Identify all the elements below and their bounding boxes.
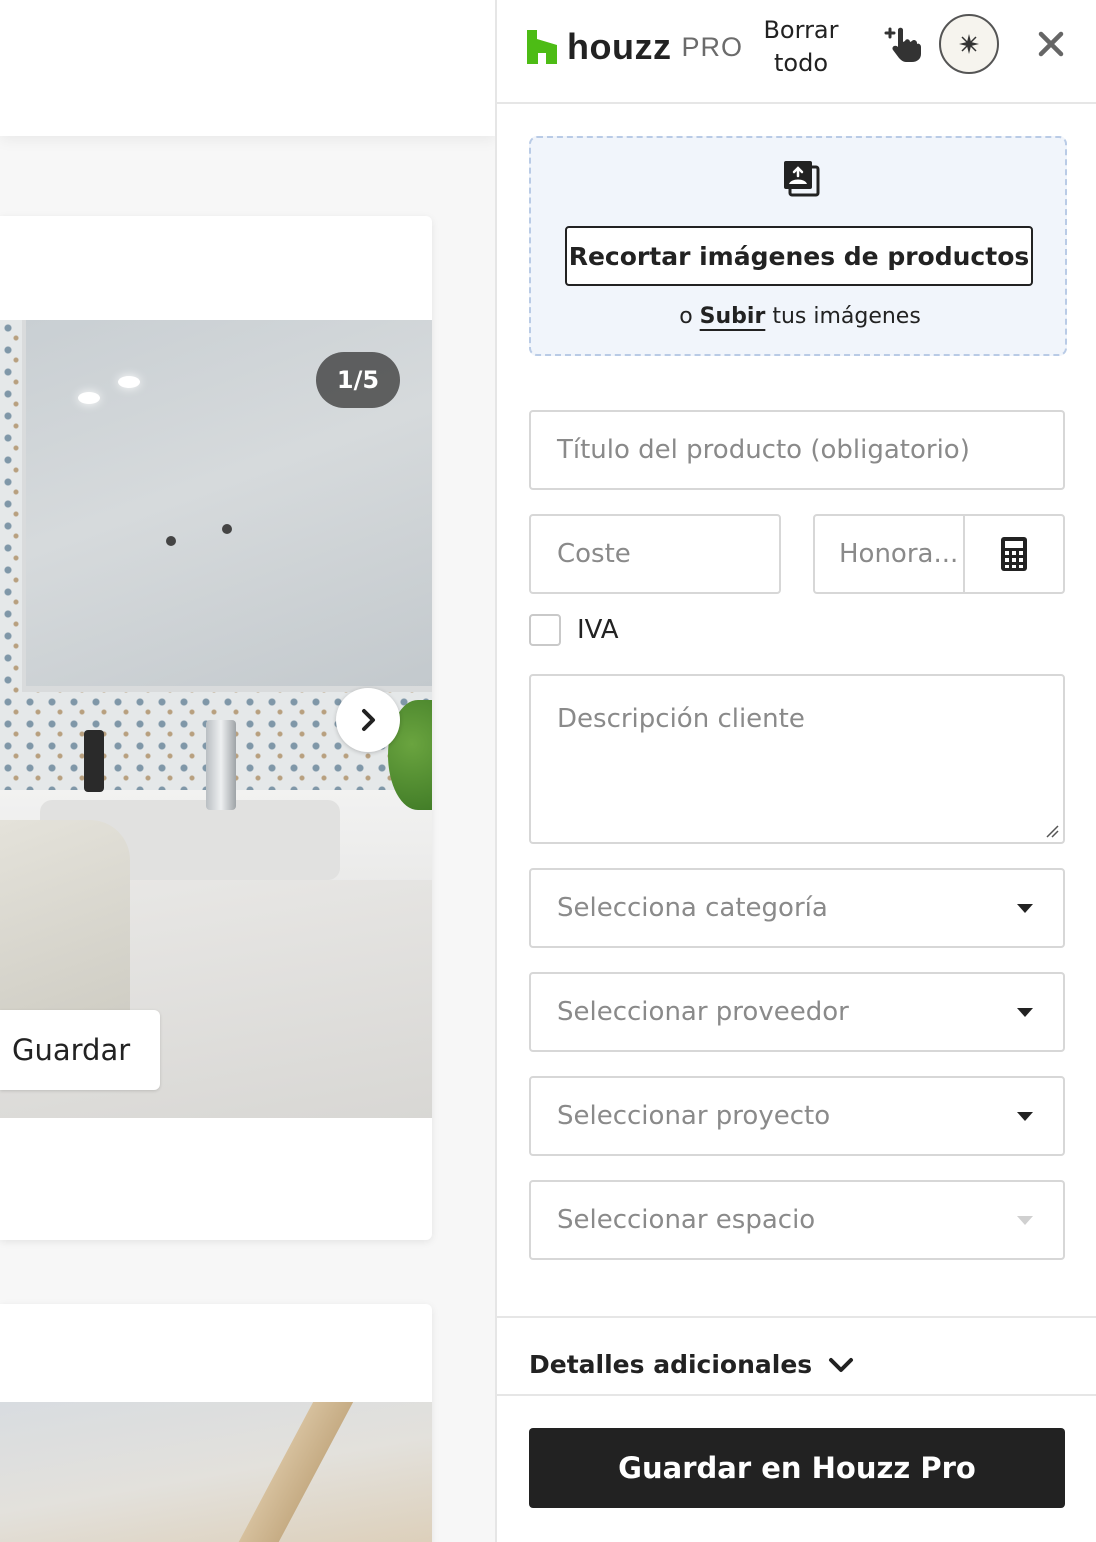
chevron-right-icon — [362, 709, 375, 731]
product-card: 1/5 Guardar — [0, 216, 432, 1240]
product-title-input[interactable]: Título del producto (obligatorio) — [529, 410, 1065, 490]
sparkle-icon — [959, 34, 979, 54]
caret-down-icon — [1017, 1216, 1033, 1225]
category-placeholder: Selecciona categoría — [557, 893, 828, 923]
product-photo — [0, 1402, 432, 1542]
towel — [0, 820, 130, 1020]
close-icon[interactable] — [1035, 28, 1067, 60]
assistant-button[interactable] — [939, 14, 999, 74]
divider — [497, 1394, 1096, 1396]
upload-suffix: tus imágenes — [772, 304, 921, 329]
clear-all-button[interactable]: Borrar todo — [759, 14, 843, 80]
resize-grip-icon[interactable] — [1045, 824, 1059, 838]
save-to-houzz-pro-button[interactable]: Guardar en Houzz Pro — [529, 1428, 1065, 1508]
vendor-select[interactable]: Seleccionar proveedor — [529, 972, 1065, 1052]
room-select[interactable]: Seleccionar espacio — [529, 1180, 1065, 1260]
fee-group: Honora... — [813, 514, 1065, 594]
upload-prefix: o — [679, 304, 693, 329]
category-select[interactable]: Selecciona categoría — [529, 868, 1065, 948]
image-drop-zone[interactable]: Recortar imágenes de productos o Subir t… — [529, 136, 1067, 356]
pointer-plus-icon[interactable] — [883, 24, 923, 64]
save-image-button[interactable]: Guardar — [0, 1010, 160, 1090]
background-page: 1/5 Guardar — [0, 0, 496, 1542]
wall-hook — [222, 524, 232, 534]
panel-header: houzz PRO Borrar todo — [497, 0, 1096, 104]
crop-product-images-button[interactable]: Recortar imágenes de productos — [565, 226, 1033, 286]
fee-input[interactable]: Honora... — [815, 516, 965, 592]
image-counter-badge: 1/5 — [316, 352, 400, 408]
additional-details-toggle[interactable]: Detalles adicionales — [529, 1350, 854, 1379]
houzz-logo-icon — [527, 30, 557, 64]
caret-down-icon — [1017, 1112, 1033, 1121]
room-placeholder: Seleccionar espacio — [557, 1205, 816, 1235]
wood-beam — [206, 1402, 354, 1542]
calculator-icon — [1001, 537, 1027, 571]
calculator-button[interactable] — [965, 516, 1063, 592]
caret-down-icon — [1017, 1008, 1033, 1017]
wall-hook — [166, 536, 176, 546]
vat-row: IVA — [529, 614, 619, 646]
additional-details-label: Detalles adicionales — [529, 1350, 813, 1379]
upload-link[interactable]: Subir — [700, 304, 766, 329]
chevron-down-icon — [829, 1357, 854, 1372]
vat-checkbox[interactable] — [529, 614, 561, 646]
image-upload-icon — [784, 161, 820, 197]
upload-instructions: o Subir tus imágenes — [531, 304, 1069, 329]
project-placeholder: Seleccionar proyecto — [557, 1101, 831, 1131]
product-card — [0, 1304, 432, 1542]
faucet — [206, 720, 236, 810]
caret-down-icon — [1017, 904, 1033, 913]
logo-pro-suffix: PRO — [681, 31, 743, 62]
ceiling-light — [78, 392, 100, 404]
next-image-button[interactable] — [336, 688, 400, 752]
vat-label: IVA — [577, 615, 619, 645]
logo-wordmark: houzz — [567, 26, 672, 67]
description-placeholder: Descripción cliente — [557, 704, 805, 734]
project-select[interactable]: Seleccionar proyecto — [529, 1076, 1065, 1156]
soap-bottle — [84, 730, 104, 792]
houzz-pro-logo: houzz PRO — [527, 26, 743, 68]
houzz-pro-panel: houzz PRO Borrar todo Recortar imágenes … — [495, 0, 1096, 1542]
client-description-textarea[interactable]: Descripción cliente — [529, 674, 1065, 844]
cost-input[interactable]: Coste — [529, 514, 781, 594]
divider — [497, 1316, 1096, 1318]
vendor-placeholder: Seleccionar proveedor — [557, 997, 849, 1027]
page-header — [0, 0, 496, 136]
ceiling-light — [118, 376, 140, 388]
